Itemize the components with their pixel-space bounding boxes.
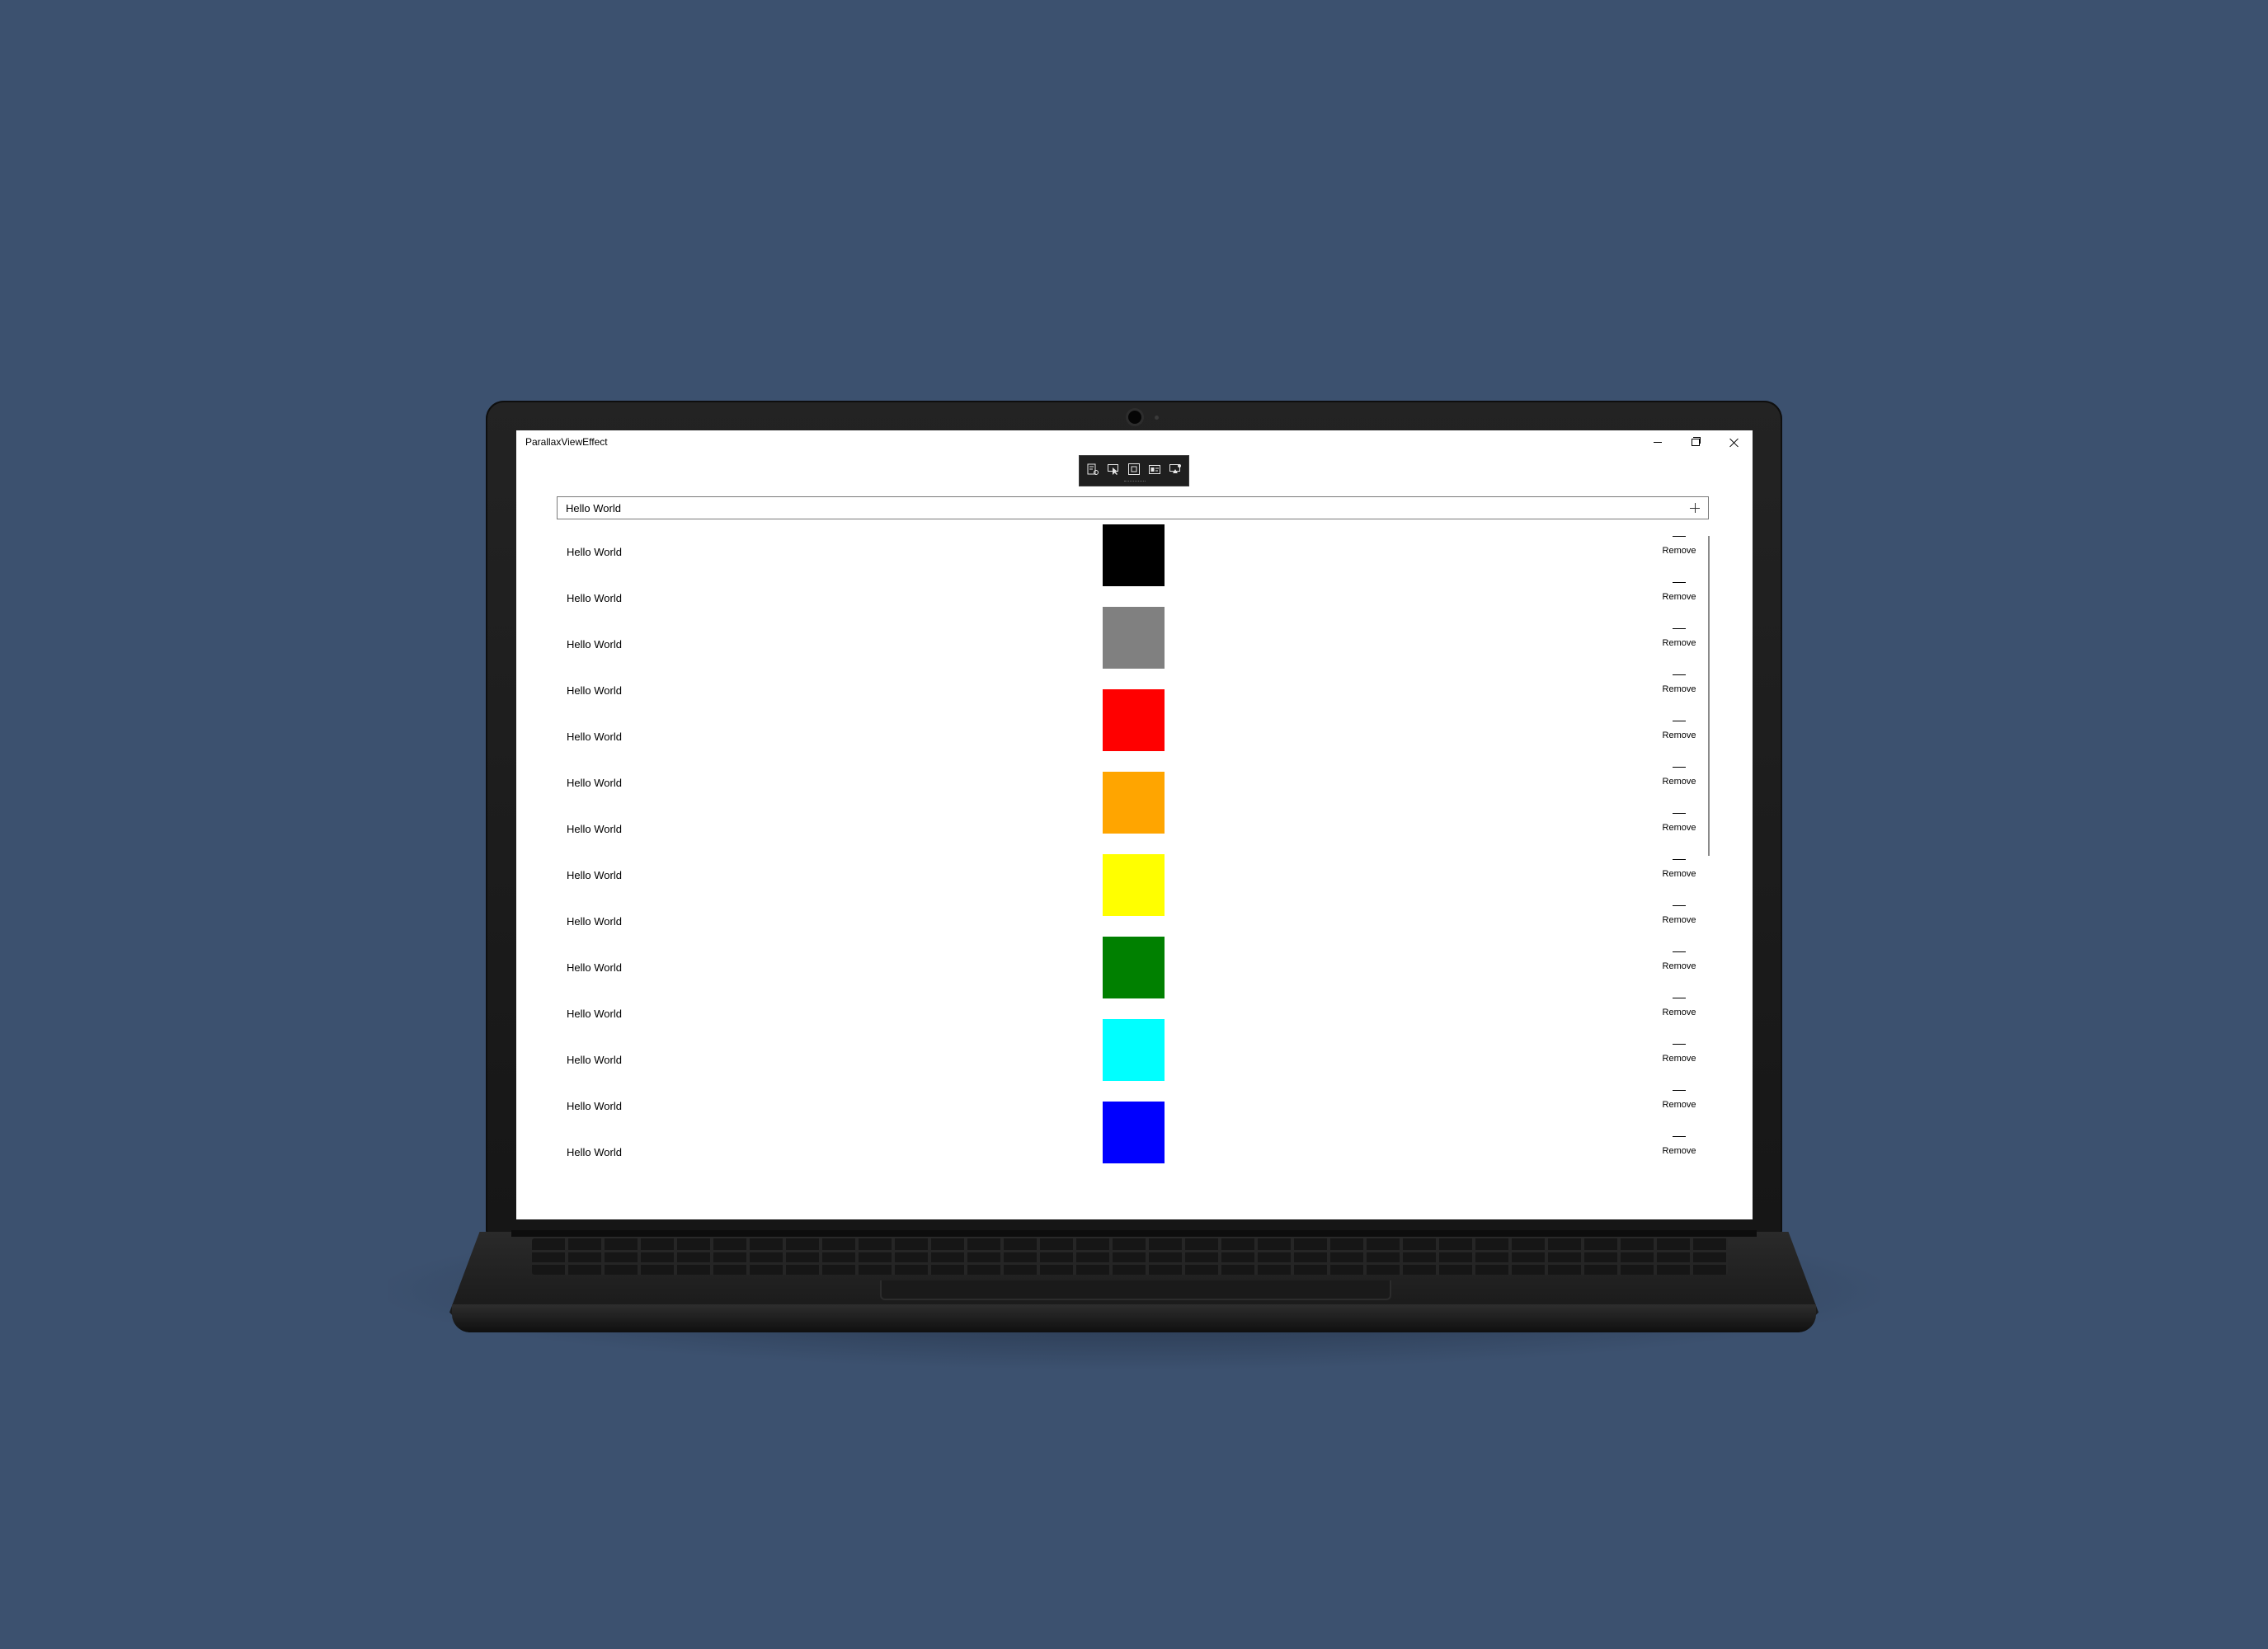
- remove-button[interactable]: Remove: [1650, 767, 1708, 800]
- track-focus-icon: [1149, 465, 1160, 474]
- list-item-label: Hello World: [567, 1100, 622, 1112]
- select-element-button[interactable]: [1104, 461, 1122, 477]
- remove-button-label: Remove: [1662, 777, 1696, 787]
- remove-button[interactable]: Remove: [1650, 998, 1708, 1031]
- list-item-label: Hello World: [567, 1008, 622, 1020]
- minus-icon: [1673, 813, 1686, 814]
- minus-icon: [1673, 951, 1686, 952]
- app-window: ParallaxViewEffect Hello World Hello Wor…: [516, 430, 1753, 1219]
- laptop-base-edge: [452, 1304, 1816, 1332]
- hot-reload-button[interactable]: [1166, 461, 1184, 477]
- remove-button-label: Remove: [1662, 684, 1696, 694]
- list-item-label: Hello World: [567, 684, 622, 697]
- remove-button-label: Remove: [1662, 961, 1696, 971]
- remove-button[interactable]: Remove: [1650, 905, 1708, 938]
- display-layout-adorners-icon: [1128, 463, 1140, 475]
- list-item-label: Hello World: [567, 961, 622, 974]
- minus-icon: [1673, 674, 1686, 675]
- minus-icon: [1673, 1136, 1686, 1137]
- minus-icon: [1673, 628, 1686, 629]
- remove-button-label: Remove: [1662, 1054, 1696, 1064]
- minus-icon: [1673, 905, 1686, 906]
- live-visual-tree-button[interactable]: [1084, 461, 1102, 477]
- close-icon: [1729, 438, 1739, 447]
- list-item-label: Hello World: [567, 915, 622, 928]
- remove-button[interactable]: Remove: [1650, 1044, 1708, 1077]
- remove-button[interactable]: Remove: [1650, 582, 1708, 615]
- remove-button[interactable]: Remove: [1650, 536, 1708, 569]
- close-button[interactable]: [1715, 430, 1753, 453]
- remove-button[interactable]: Remove: [1650, 859, 1708, 892]
- select-element-icon: [1108, 464, 1118, 475]
- remove-button[interactable]: Remove: [1650, 1090, 1708, 1123]
- window-title: ParallaxViewEffect: [525, 436, 608, 448]
- remove-button-label: Remove: [1662, 915, 1696, 925]
- remove-button-label: Remove: [1662, 823, 1696, 833]
- color-swatch: [1103, 607, 1165, 669]
- trackpad: [880, 1280, 1391, 1300]
- color-swatch: [1103, 1019, 1165, 1081]
- remove-button[interactable]: Remove: [1650, 1136, 1708, 1169]
- remove-button-label: Remove: [1662, 1008, 1696, 1017]
- remove-button[interactable]: Remove: [1650, 674, 1708, 707]
- remove-button-label: Remove: [1662, 869, 1696, 879]
- minus-icon: [1673, 1044, 1686, 1045]
- list-item-label: Hello World: [567, 869, 622, 881]
- list-item-label: Hello World: [567, 546, 622, 558]
- minus-icon: [1673, 582, 1686, 583]
- list-item-label: Hello World: [567, 638, 622, 651]
- item-text-input[interactable]: [566, 497, 1638, 519]
- minus-icon: [1673, 1090, 1686, 1091]
- webcam-indicator: [1155, 416, 1159, 420]
- remove-button-label: Remove: [1662, 546, 1696, 556]
- minimize-button[interactable]: [1639, 430, 1677, 453]
- color-swatch: [1103, 1102, 1165, 1163]
- track-focus-button[interactable]: [1146, 461, 1164, 477]
- list-item-label: Hello World: [567, 731, 622, 743]
- title-bar[interactable]: ParallaxViewEffect: [516, 430, 1753, 453]
- hot-reload-icon: [1169, 464, 1181, 473]
- keyboard: [532, 1238, 1728, 1275]
- display-layout-adorners-button[interactable]: [1125, 461, 1143, 477]
- color-swatch: [1103, 689, 1165, 751]
- add-item-button[interactable]: [1687, 500, 1703, 517]
- remove-button[interactable]: Remove: [1650, 628, 1708, 661]
- toolbar-grip[interactable]: [1124, 481, 1146, 483]
- minus-icon: [1673, 859, 1686, 860]
- remove-button-label: Remove: [1662, 731, 1696, 740]
- list-item-label: Hello World: [567, 1146, 622, 1158]
- color-swatch: [1103, 772, 1165, 834]
- minus-icon: [1673, 767, 1686, 768]
- color-swatch: [1103, 937, 1165, 998]
- minus-icon: [1673, 536, 1686, 537]
- list-scrollbar[interactable]: [1708, 536, 1710, 856]
- minimize-icon: [1654, 441, 1662, 443]
- remove-button-label: Remove: [1662, 1146, 1696, 1156]
- remove-button[interactable]: Remove: [1650, 813, 1708, 846]
- color-swatch: [1103, 854, 1165, 916]
- list-item-label: Hello World: [567, 592, 622, 604]
- xaml-debug-toolbar: [1079, 455, 1189, 486]
- list-item-label: Hello World: [567, 777, 622, 789]
- restore-button[interactable]: [1677, 430, 1715, 453]
- remove-button-label: Remove: [1662, 1100, 1696, 1110]
- webcam: [1128, 411, 1141, 424]
- color-swatch: [1103, 524, 1165, 586]
- remove-button-label: Remove: [1662, 592, 1696, 602]
- laptop-hinge: [511, 1230, 1757, 1237]
- remove-button-label: Remove: [1662, 638, 1696, 648]
- list-item-label: Hello World: [567, 823, 622, 835]
- new-item-entry[interactable]: [557, 496, 1709, 519]
- remove-button[interactable]: Remove: [1650, 721, 1708, 754]
- live-visual-tree-icon: [1087, 463, 1099, 475]
- restore-icon: [1692, 436, 1701, 446]
- remove-button[interactable]: Remove: [1650, 951, 1708, 984]
- list-item-label: Hello World: [567, 1054, 622, 1066]
